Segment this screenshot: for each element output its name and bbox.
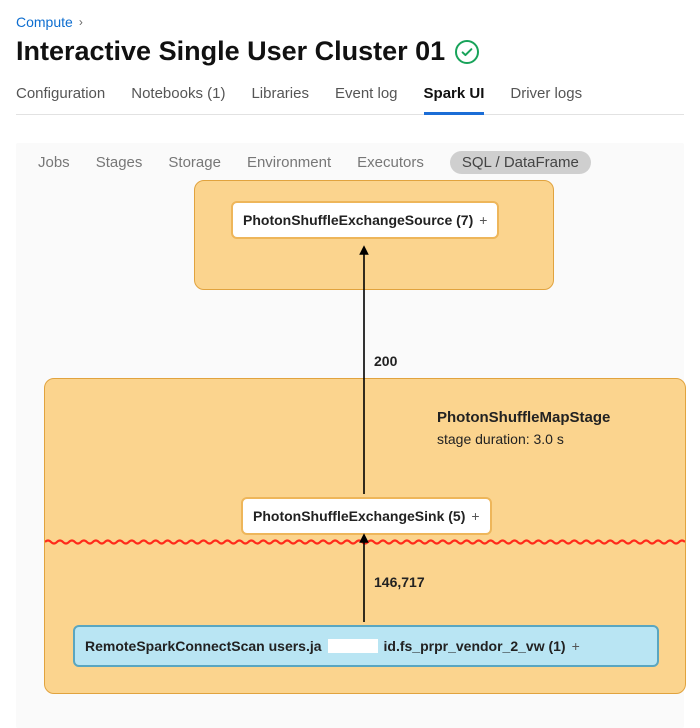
spark-tab-sql[interactable]: SQL / DataFrame [450,151,591,174]
redacted-region [328,639,378,653]
tab-spark-ui[interactable]: Spark UI [424,81,485,115]
dag-op-remote-scan[interactable]: RemoteSparkConnectScan users.ja id.fs_pr… [73,625,659,667]
dag-op-label-suffix: id.fs_prpr_vendor_2_vw (1) [384,638,566,654]
tab-configuration[interactable]: Configuration [16,81,105,115]
annotation-line [45,539,685,545]
status-running-icon [455,40,479,64]
dag-stage-title: PhotonShuffleMapStage [437,409,610,426]
tabs-primary: Configuration Notebooks (1) Libraries Ev… [16,81,684,115]
spark-tab-environment[interactable]: Environment [247,154,331,171]
spark-tab-storage[interactable]: Storage [168,154,221,171]
dag-op-shuffle-source[interactable]: PhotonShuffleExchangeSource (7) + [231,201,499,239]
tab-event-log[interactable]: Event log [335,81,398,115]
dag-stage-upper[interactable]: PhotonShuffleExchangeSource (7) + [194,180,554,290]
dag-op-label-prefix: RemoteSparkConnectScan users.ja [85,638,322,654]
dag-op-shuffle-sink[interactable]: PhotonShuffleExchangeSink (5) + [241,497,492,535]
dag-stage-lower[interactable]: PhotonShuffleMapStage stage duration: 3.… [44,378,686,694]
dag-edge-row-count-lower: 146,717 [374,574,425,590]
dag-stage-duration: stage duration: 3.0 s [437,431,564,447]
dag-edge-row-count-upper: 200 [374,353,397,369]
spark-tab-jobs[interactable]: Jobs [38,154,70,171]
spark-tab-executors[interactable]: Executors [357,154,424,171]
chevron-right-icon: › [79,15,83,29]
tab-notebooks[interactable]: Notebooks (1) [131,81,225,115]
spark-tab-stages[interactable]: Stages [96,154,143,171]
expand-icon[interactable]: + [471,508,479,524]
dag-diagram: PhotonShuffleExchangeSource (7) + Photon… [16,188,684,718]
tab-libraries[interactable]: Libraries [251,81,309,115]
expand-icon[interactable]: + [572,638,580,654]
dag-op-label: PhotonShuffleExchangeSink (5) [253,508,465,524]
breadcrumb-root[interactable]: Compute [16,14,73,30]
breadcrumb: Compute › [16,14,684,30]
tab-driver-logs[interactable]: Driver logs [510,81,582,115]
page-title: Interactive Single User Cluster 01 [16,36,445,67]
expand-icon[interactable]: + [479,212,487,228]
dag-op-label: PhotonShuffleExchangeSource (7) [243,212,473,228]
